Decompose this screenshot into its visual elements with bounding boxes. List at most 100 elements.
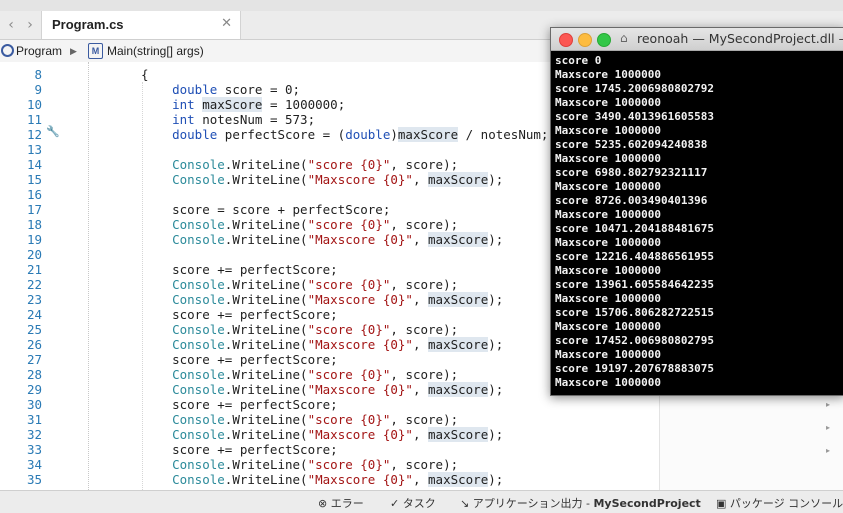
code-text: Console.WriteLine("score {0}", score); [172,217,459,232]
terminal-line: score 19197.207678883075 [555,362,714,375]
terminal-title: reonoah — MySecondProject.dll — [637,31,843,46]
line-number: 25 [26,322,42,337]
wrench-icon[interactable]: 🔧 [46,125,60,138]
errors-label: エラー [330,497,364,510]
line-number: 15 [26,172,42,187]
terminal-line: Maxscore 1000000 [555,236,661,249]
code-line[interactable]: 32 Console.WriteLine("Maxscore {0}", max… [0,427,660,442]
code-text: double score = 0; [172,82,301,97]
line-number: 26 [26,337,42,352]
line-number: 32 [26,427,42,442]
breadcrumb-item-program[interactable]: Program [16,44,62,58]
package-console-pad[interactable]: ▣ パッケージ コンソール [716,495,843,511]
tasks-pad[interactable]: ✓ タスク [390,495,436,511]
terminal-line: Maxscore 1000000 [555,376,661,389]
error-icon: ⊗ [318,497,328,510]
terminal-title-bar[interactable]: ⌂ reonoah — MySecondProject.dll — [551,28,843,51]
tab-program-cs[interactable]: Program.cs ✕ [41,11,241,39]
code-text: Console.WriteLine("Maxscore {0}", maxSco… [172,292,504,307]
console-icon: ▣ [716,497,727,510]
terminal-line: Maxscore 1000000 [555,180,661,193]
line-number: 11 [26,112,42,127]
output-icon: ↘ [460,497,470,510]
line-number: 8 [34,67,42,82]
line-number: 21 [26,262,42,277]
code-line[interactable]: 33 score += perfectScore; [0,442,660,457]
code-line[interactable]: 35 Console.WriteLine("Maxscore {0}", max… [0,472,660,487]
code-text: int notesNum = 573; [172,112,316,127]
line-number: 10 [26,97,42,112]
terminal-line: Maxscore 1000000 [555,320,661,333]
scroll-arrow-icon[interactable]: ▸ [826,400,830,409]
scroll-arrow-icon[interactable]: ▸ [826,423,830,432]
terminal-line: score 8726.003490401396 [555,194,708,207]
close-icon[interactable]: ✕ [221,16,232,31]
code-text: score = score + perfectScore; [142,202,391,217]
line-number: 20 [26,247,42,262]
terminal-line: score 12216.404886561955 [555,250,714,263]
method-icon: M [88,43,103,59]
code-text: { [141,67,149,82]
code-line[interactable]: 31 Console.WriteLine("score {0}", score)… [0,412,660,427]
app-output-label: アプリケーション出力 - [472,497,594,510]
code-text: int maxScore = 1000000; [172,97,346,112]
terminal-line: Maxscore 1000000 [555,348,661,361]
code-text: Console.WriteLine("score {0}", score); [172,277,459,292]
line-number: 22 [26,277,42,292]
code-text: Console.WriteLine("Maxscore {0}", maxSco… [172,472,504,487]
terminal-line: score 10471.204188481675 [555,222,714,235]
application-output-pad[interactable]: ↘ アプリケーション出力 - MySecondProject [460,495,701,511]
line-number: 12 [26,127,42,142]
terminal-line: Maxscore 1000000 [555,208,661,221]
home-folder-icon: ⌂ [620,31,628,45]
package-console-label: パッケージ コンソール [729,497,843,510]
code-text: Console.WriteLine("score {0}", score); [172,322,459,337]
forward-arrow-icon[interactable]: › [19,11,41,39]
code-text: Console.WriteLine("score {0}", score); [172,457,459,472]
code-text: Console.WriteLine("score {0}", score); [172,157,459,172]
terminal-line: score 3490.4013961605583 [555,110,714,123]
terminal-line: Maxscore 1000000 [555,124,661,137]
line-number: 19 [26,232,42,247]
close-window-button[interactable] [559,33,573,47]
terminal-line: Maxscore 1000000 [555,68,661,81]
class-icon [1,44,14,57]
line-number: 17 [26,202,42,217]
code-text: Console.WriteLine("Maxscore {0}", maxSco… [172,382,504,397]
code-text: score += perfectScore; [142,307,338,322]
terminal-line: score 1745.2006980802792 [555,82,714,95]
terminal-line: Maxscore 1000000 [555,264,661,277]
code-line[interactable]: 30 score += perfectScore; [0,397,660,412]
app-output-project: MySecondProject [593,497,701,510]
terminal-line: Maxscore 1000000 [555,152,661,165]
line-number: 34 [26,457,42,472]
breadcrumb-separator-icon: ▶ [70,46,77,56]
scroll-arrow-icon[interactable]: ▸ [826,446,830,455]
breadcrumb-item-main[interactable]: Main(string[] args) [107,44,204,58]
code-text: score += perfectScore; [142,397,338,412]
code-text: score += perfectScore; [142,442,338,457]
line-number: 18 [26,217,42,232]
terminal-line: Maxscore 1000000 [555,96,661,109]
terminal-line: score 6980.802792321117 [555,166,708,179]
status-bar: ⊗ エラー ✓ タスク ↘ アプリケーション出力 - MySecondProje… [0,490,843,513]
minimize-window-button[interactable] [578,33,592,47]
errors-pad[interactable]: ⊗ エラー [318,495,364,511]
line-number: 9 [34,82,42,97]
terminal-window[interactable]: ⌂ reonoah — MySecondProject.dll — score … [550,27,843,396]
code-text: score += perfectScore; [142,352,338,367]
code-text: score += perfectScore; [142,262,338,277]
code-text: Console.WriteLine("Maxscore {0}", maxSco… [172,337,504,352]
code-text: Console.WriteLine("Maxscore {0}", maxSco… [172,232,504,247]
line-number: 24 [26,307,42,322]
code-line[interactable]: 34 Console.WriteLine("score {0}", score)… [0,457,660,472]
tab-label: Program.cs [52,17,124,32]
line-number: 35 [26,472,42,487]
terminal-line: score 13961.605584642235 [555,278,714,291]
zoom-window-button[interactable] [597,33,611,47]
line-number: 28 [26,367,42,382]
check-icon: ✓ [390,497,400,510]
line-number: 29 [26,382,42,397]
line-number: 13 [26,142,42,157]
code-text: Console.WriteLine("score {0}", score); [172,412,459,427]
